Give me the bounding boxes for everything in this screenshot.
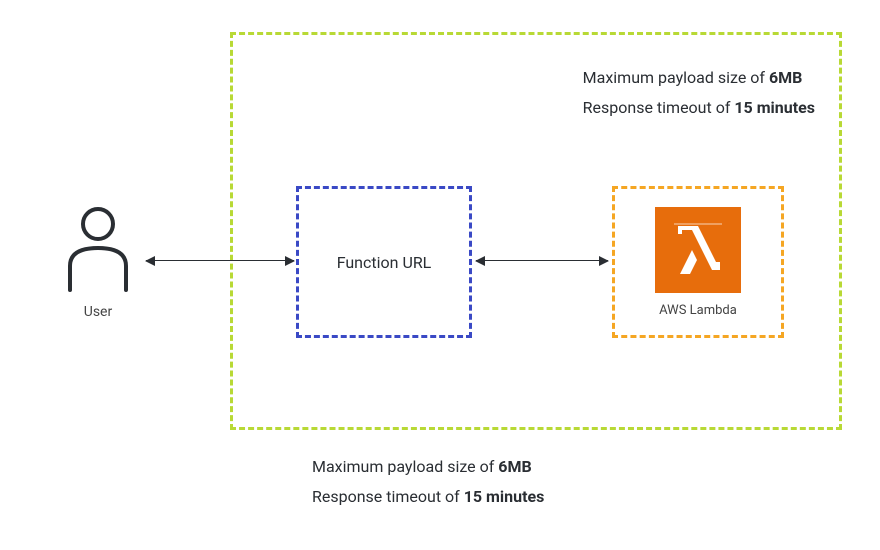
user-node: User <box>58 204 138 320</box>
function-url-node: Function URL <box>296 186 472 338</box>
function-url-label: Function URL <box>337 253 432 272</box>
outer-limits-text: Maximum payload size of 6MB Response tim… <box>312 452 544 513</box>
payload-line: Maximum payload size of 6MB <box>583 63 815 93</box>
timeout-prefix: Response timeout of <box>583 98 735 117</box>
timeout-line-bottom: Response timeout of 15 minutes <box>312 482 544 512</box>
payload-prefix: Maximum payload size of <box>583 68 769 87</box>
inner-limits-text: Maximum payload size of 6MB Response tim… <box>583 63 815 124</box>
lambda-icon <box>655 207 741 293</box>
arrow-function-lambda <box>476 260 608 261</box>
timeout-value: 15 minutes <box>734 98 815 117</box>
user-label: User <box>58 304 138 320</box>
timeout-line: Response timeout of 15 minutes <box>583 93 815 123</box>
payload-value-bottom: 6MB <box>498 457 531 476</box>
timeout-prefix-bottom: Response timeout of <box>312 487 464 506</box>
payload-line-bottom: Maximum payload size of 6MB <box>312 452 544 482</box>
timeout-value-bottom: 15 minutes <box>464 487 545 506</box>
payload-value: 6MB <box>769 68 802 87</box>
lambda-node: AWS Lambda <box>612 186 784 338</box>
arrow-user-function <box>146 260 294 261</box>
user-icon <box>62 204 134 292</box>
lambda-label: AWS Lambda <box>659 303 737 318</box>
payload-prefix-bottom: Maximum payload size of <box>312 457 498 476</box>
